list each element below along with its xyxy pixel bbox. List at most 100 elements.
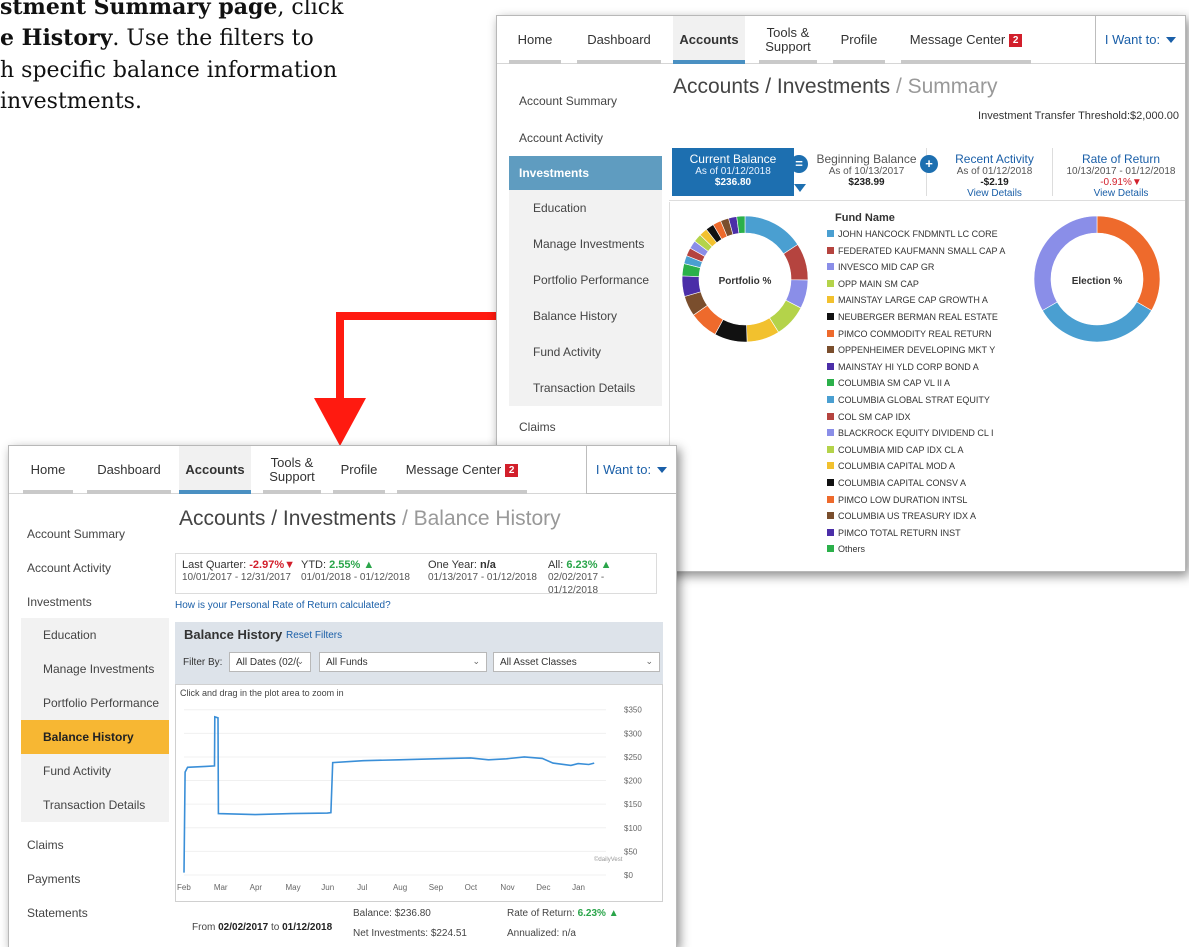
stats-annualized: Annualized: n/a xyxy=(507,928,576,939)
legend-item: COLUMBIA CAPITAL MOD A xyxy=(827,458,1005,475)
stats-net-investments: Net Investments: $224.51 xyxy=(353,928,467,939)
legend-item: OPPENHEIMER DEVELOPING MKT Y xyxy=(827,342,1005,359)
nav-tools-label: Tools & Support xyxy=(269,455,315,484)
rate-of-return-dates: 10/13/2017 - 01/12/2018 xyxy=(1066,166,1176,177)
i-want-to-dropdown[interactable]: I Want to: xyxy=(1095,16,1185,64)
y-tick-label: $300 xyxy=(624,729,642,738)
election-donut-chart[interactable]: Election % xyxy=(1032,214,1162,344)
sidebar-item-manage-investments[interactable]: Manage Investments xyxy=(509,226,662,262)
rate-of-return-card[interactable]: Rate of Return 10/13/2017 - 01/12/2018 -… xyxy=(1057,148,1185,200)
sidebar-item-transaction-details[interactable]: Transaction Details xyxy=(509,370,662,406)
nav-tools-support[interactable]: Tools & Support xyxy=(263,446,321,494)
funds-select[interactable]: All Funds ⌄ xyxy=(319,652,487,672)
top-nav: Home Dashboard Accounts Tools & Support P… xyxy=(9,446,676,494)
balance-history-chart[interactable]: Click and drag in the plot area to zoom … xyxy=(175,684,663,902)
return-summary-bar: Last Quarter: -2.97%▼ 10/01/2017 - 12/31… xyxy=(175,553,657,596)
nav-dashboard[interactable]: Dashboard xyxy=(87,446,171,494)
sidebar-item-fund-activity[interactable]: Fund Activity xyxy=(509,334,662,370)
legend-label: COLUMBIA US TREASURY IDX A xyxy=(838,511,977,522)
nav-message-center[interactable]: Message Center 2 xyxy=(901,16,1031,64)
sidebar-item-education[interactable]: Education xyxy=(509,190,662,226)
nav-profile[interactable]: Profile xyxy=(333,446,385,494)
page-title: Accounts / Investments / Balance History xyxy=(179,507,561,530)
legend-swatch xyxy=(827,263,834,271)
sidebar-item-statements[interactable]: Statements xyxy=(27,906,88,920)
legend-swatch xyxy=(827,279,834,287)
rate-of-return-info-link[interactable]: How is your Personal Rate of Return calc… xyxy=(175,600,391,611)
nav-profile[interactable]: Profile xyxy=(833,16,885,64)
recent-activity-value: -$2.19 xyxy=(980,177,1009,188)
nav-dashboard[interactable]: Dashboard xyxy=(577,16,661,64)
legend-swatch xyxy=(827,429,834,437)
legend-item: JOHN HANCOCK FNDMNTL LC CORE xyxy=(827,226,1005,243)
x-tick-label: May xyxy=(285,883,300,892)
recent-activity-view-details[interactable]: View Details xyxy=(937,188,1052,199)
nav-accounts[interactable]: Accounts xyxy=(673,16,745,64)
instruction-bold-2: e History xyxy=(0,25,113,51)
legend-swatch xyxy=(827,445,834,453)
sidebar-item-payments[interactable]: Payments xyxy=(27,872,80,886)
recent-activity-card[interactable]: Recent Activity As of 01/12/2018 -$2.19 … xyxy=(937,148,1053,199)
sidebar-item-balance-history[interactable]: Balance History xyxy=(21,720,169,754)
beginning-balance-card[interactable]: Beginning Balance As of 10/13/2017 $238.… xyxy=(807,148,927,196)
sidebar-item-account-summary[interactable]: Account Summary xyxy=(519,94,617,108)
x-tick-label: Jun xyxy=(321,883,334,892)
instruction-rest-1: , click xyxy=(277,0,344,20)
i-want-to-label: I Want to: xyxy=(595,462,652,477)
sidebar-item-balance-history[interactable]: Balance History xyxy=(509,298,662,334)
i-want-to-dropdown[interactable]: I Want to: xyxy=(586,446,676,494)
legend-swatch xyxy=(827,412,834,420)
sidebar-item-investments[interactable]: Investments xyxy=(509,156,662,190)
sidebar-item-claims[interactable]: Claims xyxy=(27,838,64,852)
sidebar-item-investments[interactable]: Investments xyxy=(27,595,92,609)
legend-swatch xyxy=(827,379,834,387)
sidebar-item-education[interactable]: Education xyxy=(21,618,169,652)
x-tick-label: Nov xyxy=(500,883,514,892)
x-tick-label: Jul xyxy=(357,883,367,892)
asset-classes-select[interactable]: All Asset Classes ⌄ xyxy=(493,652,660,672)
legend-label: MAINSTAY LARGE CAP GROWTH A xyxy=(838,295,988,306)
legend-swatch xyxy=(827,545,834,553)
nav-message-center-label: Message Center xyxy=(405,462,502,477)
sidebar-item-account-activity[interactable]: Account Activity xyxy=(519,131,603,145)
sidebar-item-fund-activity[interactable]: Fund Activity xyxy=(21,754,169,788)
y-tick-label: $350 xyxy=(624,706,642,715)
x-tick-label: Jan xyxy=(572,883,585,892)
nav-message-center-label: Message Center xyxy=(909,32,1006,47)
portfolio-label: Portfolio % xyxy=(719,276,772,287)
balance-history-heading: Balance History xyxy=(184,627,283,642)
nav-home[interactable]: Home xyxy=(23,446,73,494)
legend-item: COLUMBIA CAPITAL CONSV A xyxy=(827,475,1005,492)
sidebar-item-manage-investments[interactable]: Manage Investments xyxy=(21,652,169,686)
sidebar-item-transaction-details[interactable]: Transaction Details xyxy=(21,788,169,822)
reset-filters-link[interactable]: Reset Filters xyxy=(286,630,342,641)
beginning-balance-value: $238.99 xyxy=(848,177,885,188)
message-count-badge: 2 xyxy=(1009,33,1023,47)
nav-home[interactable]: Home xyxy=(509,16,561,64)
legend-label: PIMCO LOW DURATION INTSL xyxy=(838,494,968,505)
current-balance-card[interactable]: Current Balance As of 01/12/2018 $236.80 xyxy=(672,148,794,196)
stats-balance: Balance: $236.80 xyxy=(353,908,431,919)
sidebar-item-claims[interactable]: Claims xyxy=(519,420,556,434)
legend-label: COLUMBIA MID CAP IDX CL A xyxy=(838,444,964,455)
nav-tools-support[interactable]: Tools & Support xyxy=(759,16,817,64)
kpi-all: All: 6.23% ▲ 02/02/2017 - 01/12/2018 xyxy=(548,559,612,596)
sidebar-item-account-activity[interactable]: Account Activity xyxy=(27,561,111,575)
current-pointer xyxy=(794,184,806,192)
donut-slice xyxy=(744,215,799,255)
sidebar-item-portfolio-performance[interactable]: Portfolio Performance xyxy=(509,262,662,298)
donut-slice xyxy=(1096,215,1161,311)
i-want-to-label: I Want to: xyxy=(1104,32,1161,47)
rate-of-return-view-details[interactable]: View Details xyxy=(1057,188,1185,199)
y-tick-label: $200 xyxy=(624,777,642,786)
legend-swatch xyxy=(827,395,834,403)
nav-tools-label: Tools & Support xyxy=(765,25,811,54)
nav-message-center[interactable]: Message Center 2 xyxy=(397,446,527,494)
legend-item: PIMCO LOW DURATION INTSL xyxy=(827,492,1005,509)
nav-home-label: Home xyxy=(30,462,66,477)
sidebar-item-portfolio-performance[interactable]: Portfolio Performance xyxy=(21,686,169,720)
date-range-select[interactable]: All Dates (02/(⌄ xyxy=(229,652,311,672)
portfolio-donut-chart[interactable]: Portfolio % xyxy=(680,214,810,344)
sidebar-item-account-summary[interactable]: Account Summary xyxy=(27,527,125,541)
nav-accounts[interactable]: Accounts xyxy=(179,446,251,494)
